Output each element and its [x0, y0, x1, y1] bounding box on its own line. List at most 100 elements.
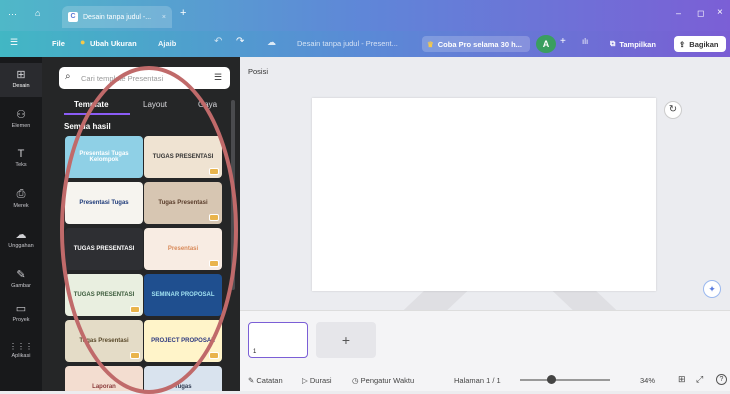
template-card[interactable]: TUGAS PRESENTASI: [144, 136, 222, 178]
position-button[interactable]: Posisi: [248, 67, 268, 76]
template-card[interactable]: Laporan: [65, 366, 143, 391]
more-menu-icon[interactable]: ···: [8, 9, 17, 19]
template-title: SEMINAR PROPOSAL: [151, 292, 215, 298]
slide-page[interactable]: [312, 98, 656, 291]
template-search-input[interactable]: ⌕ Cari template Presentasi ☰: [59, 67, 230, 89]
folder-icon: ▭: [15, 303, 27, 315]
present-button[interactable]: ⧉ Tampilkan: [605, 36, 669, 52]
search-placeholder: Cari template Presentasi: [81, 74, 164, 83]
template-title: Presentasi: [167, 246, 199, 252]
pro-badge-icon: [209, 168, 219, 175]
rail-item-elements[interactable]: ⚇ Elemen: [0, 103, 42, 137]
fullscreen-icon[interactable]: ⤢: [696, 374, 703, 385]
crown-icon: ●: [80, 37, 86, 47]
duration-label: Durasi: [309, 376, 332, 385]
document-title[interactable]: Desain tanpa judul - Present...: [297, 39, 398, 48]
zoom-slider[interactable]: [520, 379, 610, 381]
rail-item-draw[interactable]: ✎ Gambar: [0, 263, 42, 297]
rail-label: Merek: [13, 203, 29, 209]
timer-button[interactable]: ◷ Pengatur Waktu: [352, 376, 414, 385]
rail-label: Elemen: [11, 123, 31, 129]
active-tab-indicator: [64, 113, 130, 115]
tab-style[interactable]: Gaya: [198, 100, 217, 109]
tab-template[interactable]: Template: [74, 100, 109, 109]
apps-grid-icon: ⋮⋮⋮: [9, 342, 33, 351]
template-card[interactable]: Tugas: [144, 366, 222, 391]
rail-item-design[interactable]: ⊞ Desain: [0, 63, 42, 97]
template-card[interactable]: PROJECT PROPOSAL: [144, 320, 222, 362]
maximize-button[interactable]: ◻: [697, 8, 704, 19]
try-pro-button[interactable]: ♛ Coba Pro selama 30 h...: [422, 36, 530, 52]
filter-icon[interactable]: ☰: [214, 72, 222, 83]
insights-chart-icon[interactable]: ılı: [582, 37, 588, 46]
grid-view-icon[interactable]: ⊞: [678, 374, 686, 385]
template-card[interactable]: TUGAS PRESENTASI: [65, 228, 143, 270]
template-title: Presentasi Tugas: [79, 200, 129, 206]
rail-label: Gambar: [11, 283, 31, 289]
close-window-button[interactable]: ×: [717, 7, 723, 18]
magic-assistant-icon[interactable]: ✦: [703, 280, 721, 298]
duration-button[interactable]: ▷ Durasi: [302, 376, 332, 385]
tab-title: Desain tanpa judul -...: [83, 13, 152, 21]
page-counter[interactable]: Halaman 1 / 1: [454, 376, 501, 385]
rail-item-uploads[interactable]: ☁ Unggahan: [0, 223, 42, 257]
home-icon[interactable]: ⌂: [35, 8, 40, 18]
notes-label: Catatan: [256, 376, 283, 385]
help-icon[interactable]: ?: [716, 374, 727, 385]
editor-menubar: ☰ File ● Ubah Ukuran Ajaib ↶ ↷ ☁ Desain …: [0, 31, 730, 57]
template-card[interactable]: Presentasi: [144, 228, 222, 270]
page-number: 1: [253, 349, 257, 355]
browser-tab-strip: ··· ⌂ C Desain tanpa judul -... × + – ◻ …: [0, 0, 730, 31]
pro-badge-icon: [209, 214, 219, 221]
template-card[interactable]: Tugas Presentasi: [65, 320, 143, 362]
zoom-slider-knob[interactable]: [546, 375, 556, 384]
pro-badge-icon: [130, 306, 140, 313]
template-title: Tugas Presentasi: [79, 338, 129, 344]
page-thumbnail[interactable]: 1: [248, 322, 308, 358]
rail-item-projects[interactable]: ▭ Proyek: [0, 297, 42, 331]
template-card[interactable]: TUGAS PRESENTASI: [65, 274, 143, 316]
template-card[interactable]: Tugas Presentasi: [144, 182, 222, 224]
template-card[interactable]: Presentasi Tugas: [65, 182, 143, 224]
main-menu-icon[interactable]: ☰: [10, 37, 18, 48]
timer-label: Pengatur Waktu: [360, 376, 415, 385]
section-title: Semua hasil: [64, 122, 111, 131]
add-collaborator-button[interactable]: +: [560, 36, 566, 47]
template-title: Laporan: [92, 384, 116, 390]
template-card[interactable]: Presentasi Tugas Kelompok: [65, 136, 143, 178]
new-tab-button[interactable]: +: [180, 7, 186, 19]
avatar[interactable]: A: [536, 35, 556, 53]
rail-label: Proyek: [12, 317, 30, 323]
template-title: PROJECT PROPOSAL: [151, 338, 215, 344]
rail-item-brand[interactable]: ⎙ Merek: [0, 183, 42, 217]
pro-badge-icon: [130, 352, 140, 359]
present-icon: ⧉: [610, 39, 616, 48]
text-icon: T: [17, 148, 25, 160]
template-card[interactable]: SEMINAR PROPOSAL: [144, 274, 222, 316]
document-tab[interactable]: C Desain tanpa judul -... ×: [62, 6, 172, 28]
magic-switch-button[interactable]: Ajaib: [158, 39, 176, 48]
panel-scrollbar[interactable]: [231, 100, 235, 290]
tab-layout[interactable]: Layout: [143, 100, 167, 109]
template-title: Tugas: [174, 384, 192, 390]
notes-button[interactable]: ✎ Catatan: [248, 376, 283, 385]
undo-icon[interactable]: ↶: [214, 36, 222, 47]
add-page-button[interactable]: +: [316, 322, 376, 358]
file-menu[interactable]: File: [52, 39, 65, 48]
share-label: Bagikan: [689, 39, 719, 49]
brand-icon: ⎙: [16, 188, 26, 200]
present-label: Tampilkan: [619, 39, 656, 49]
duration-icon: ▷: [302, 376, 310, 385]
template-title: Presentasi Tugas Kelompok: [79, 151, 129, 163]
refresh-icon[interactable]: ↻: [664, 101, 682, 119]
template-title: TUGAS PRESENTASI: [152, 154, 214, 160]
redo-icon[interactable]: ↷: [236, 36, 244, 47]
minimize-button[interactable]: –: [676, 8, 681, 18]
rail-item-text[interactable]: T Teks: [0, 143, 42, 177]
tab-close-icon[interactable]: ×: [162, 14, 166, 21]
resize-button[interactable]: Ubah Ukuran: [90, 39, 137, 48]
rail-item-apps[interactable]: ⋮⋮⋮ Aplikasi: [0, 337, 42, 371]
cloud-save-icon[interactable]: ☁: [267, 37, 276, 48]
share-button[interactable]: ⇪ Bagikan: [674, 36, 726, 52]
zoom-level[interactable]: 34%: [640, 376, 655, 385]
